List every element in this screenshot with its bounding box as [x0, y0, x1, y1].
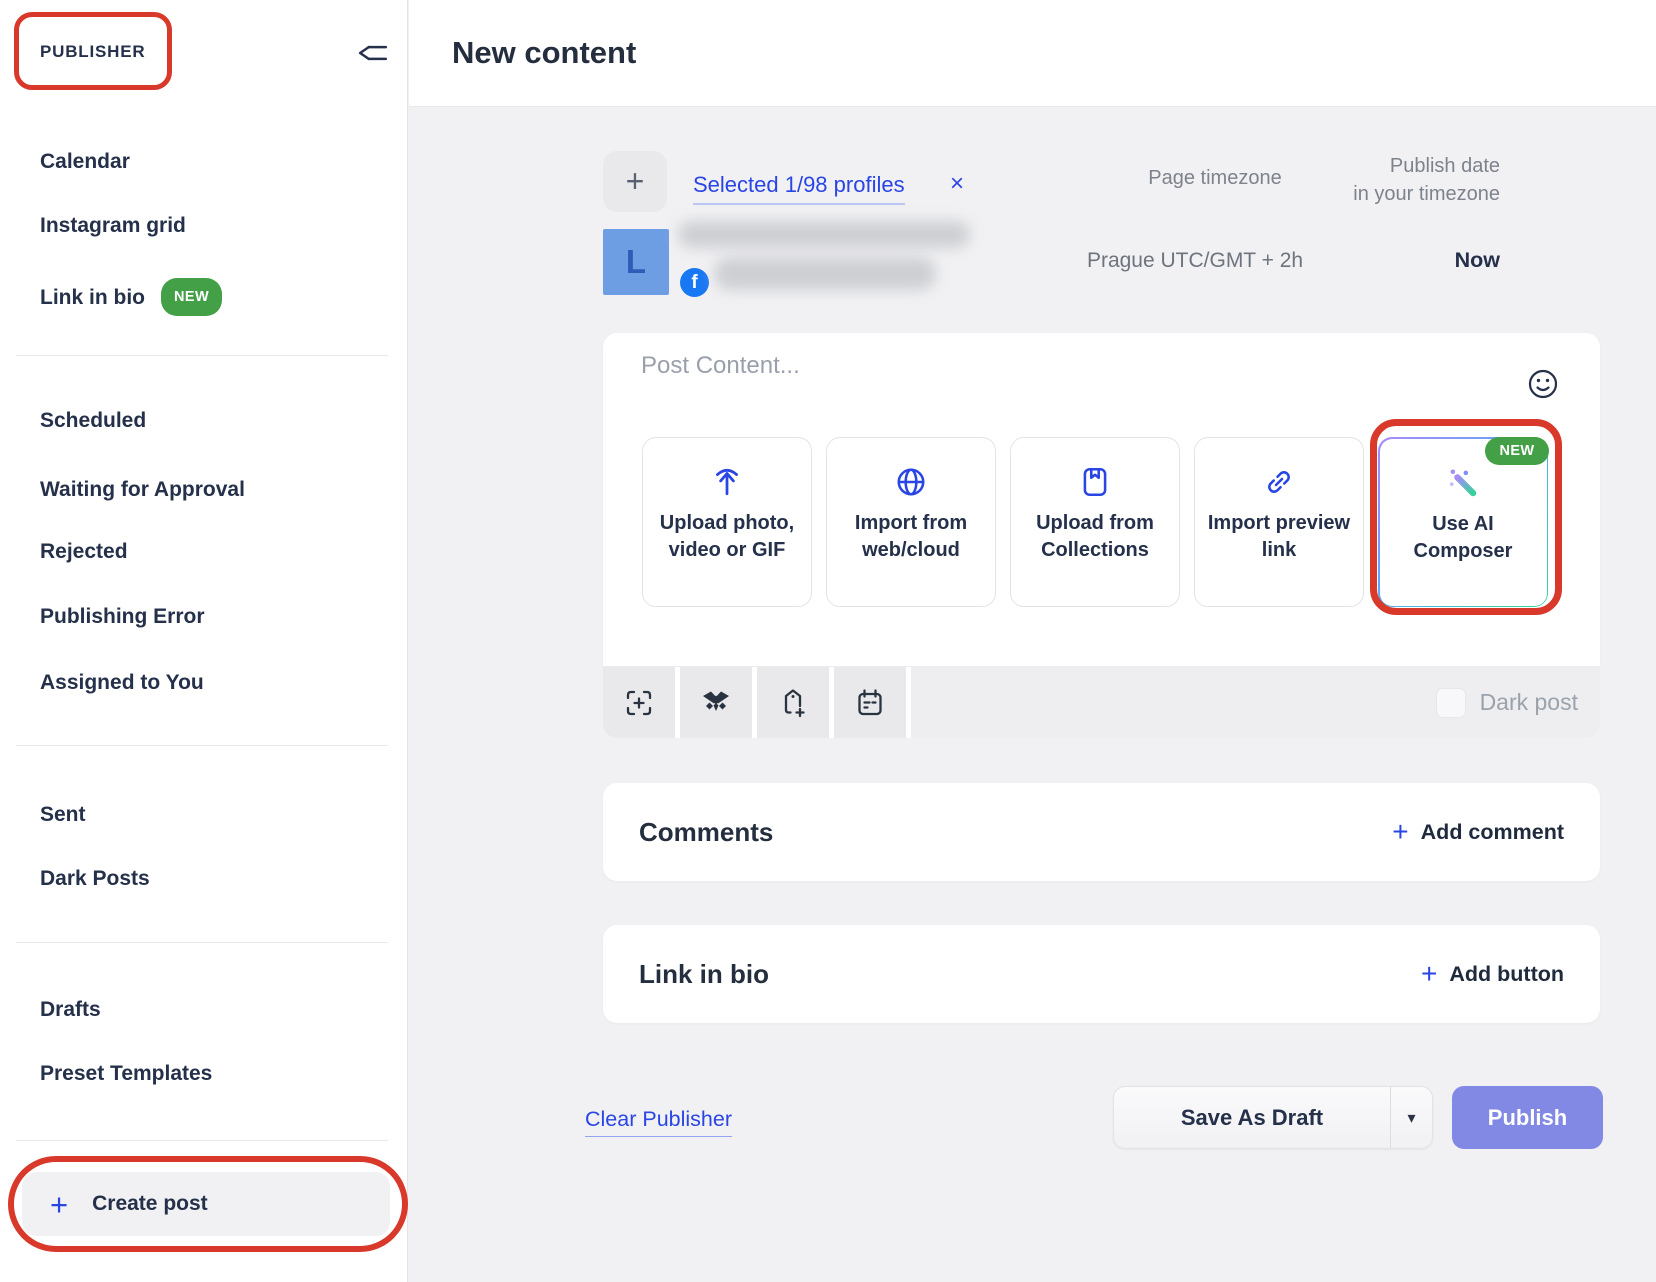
divider: [16, 355, 388, 356]
sidebar-item-calendar[interactable]: Calendar: [40, 149, 130, 175]
sidebar-item-publishing-error[interactable]: Publishing Error: [40, 604, 205, 630]
redacted-page-name: [714, 257, 936, 290]
plus-icon: +: [50, 1189, 68, 1220]
sidebar-item-link-in-bio[interactable]: Link in bioNEW: [40, 278, 222, 316]
magic-wand-icon: [1445, 465, 1481, 501]
upload-media-card[interactable]: Upload photo,video or GIF: [642, 437, 812, 607]
main-header: New content: [409, 0, 1656, 107]
handshake-icon[interactable]: [680, 667, 752, 738]
link-in-bio-title: Link in bio: [639, 959, 769, 990]
publish-date-value: Now: [1455, 248, 1500, 273]
sidebar-item-waiting-for-approval[interactable]: Waiting for Approval: [40, 477, 245, 503]
selected-profiles-link[interactable]: Selected 1/98 profiles: [693, 172, 905, 205]
create-post-button[interactable]: + Create post: [22, 1172, 390, 1236]
divider: [16, 942, 388, 943]
clear-publisher-link[interactable]: Clear Publisher: [585, 1107, 732, 1137]
add-profile-button[interactable]: +: [603, 151, 667, 212]
new-badge: NEW: [1485, 437, 1548, 465]
upload-icon: [710, 464, 744, 500]
collapse-sidebar-icon[interactable]: [358, 40, 390, 68]
collections-icon: [1078, 464, 1112, 500]
publish-button[interactable]: Publish: [1452, 1086, 1603, 1149]
chevron-down-icon[interactable]: ▾: [1390, 1087, 1432, 1148]
sidebar-item-sent[interactable]: Sent: [40, 802, 86, 828]
sidebar-item-preset-templates[interactable]: Preset Templates: [40, 1061, 212, 1087]
tag-add-icon[interactable]: [757, 667, 829, 738]
comments-title: Comments: [639, 817, 773, 848]
use-ai-composer-card[interactable]: NEW Use AIComposer: [1378, 437, 1548, 607]
save-as-draft-button[interactable]: Save As Draft ▾: [1113, 1086, 1433, 1149]
add-button-button[interactable]: + Add button: [1421, 960, 1564, 988]
sidebar-item-dark-posts[interactable]: Dark Posts: [40, 866, 150, 892]
plus-icon: +: [626, 163, 645, 200]
composer-toolbar: Dark post: [603, 667, 1600, 738]
plus-icon: +: [1421, 960, 1437, 988]
link-icon: [1262, 464, 1296, 500]
divider: [16, 1140, 388, 1141]
close-icon[interactable]: ×: [950, 170, 964, 198]
calendar-icon[interactable]: [834, 667, 906, 738]
toolbar-spacer: Dark post: [911, 667, 1600, 738]
comments-section: Comments + Add comment: [603, 783, 1600, 881]
globe-icon: [894, 464, 928, 500]
publish-date-label: Publish date in your timezone: [1353, 152, 1500, 208]
page-timezone-label: Page timezone: [1148, 167, 1281, 190]
redacted-profile-name: [678, 221, 970, 248]
sidebar-item-scheduled[interactable]: Scheduled: [40, 408, 146, 434]
dark-post-label: Dark post: [1480, 689, 1578, 716]
sidebar-item-drafts[interactable]: Drafts: [40, 997, 101, 1023]
dark-post-checkbox[interactable]: [1436, 688, 1466, 718]
plus-icon: +: [1392, 818, 1408, 846]
upload-collections-card[interactable]: Upload fromCollections: [1010, 437, 1180, 607]
avatar: L: [603, 229, 669, 295]
viewfinder-icon[interactable]: [603, 667, 675, 738]
sidebar-item-assigned-to-you[interactable]: Assigned to You: [40, 670, 204, 696]
divider: [16, 745, 388, 746]
page-title: New content: [452, 35, 636, 71]
import-web-cloud-card[interactable]: Import fromweb/cloud: [826, 437, 996, 607]
post-content-input[interactable]: Post Content...: [641, 352, 800, 380]
sidebar-title: PUBLISHER: [40, 42, 145, 62]
import-preview-link-card[interactable]: Import previewlink: [1194, 437, 1364, 607]
smiley-icon[interactable]: [1527, 368, 1559, 400]
page-timezone-value: Prague UTC/GMT + 2h: [1087, 249, 1303, 273]
new-badge: NEW: [161, 278, 222, 316]
sidebar: PUBLISHER Calendar Instagram grid Link i…: [0, 0, 408, 1282]
sidebar-item-rejected[interactable]: Rejected: [40, 539, 128, 565]
sidebar-item-instagram-grid[interactable]: Instagram grid: [40, 213, 186, 239]
link-in-bio-section: Link in bio + Add button: [603, 925, 1600, 1023]
add-comment-button[interactable]: + Add comment: [1392, 818, 1564, 846]
facebook-icon: f: [680, 268, 709, 297]
